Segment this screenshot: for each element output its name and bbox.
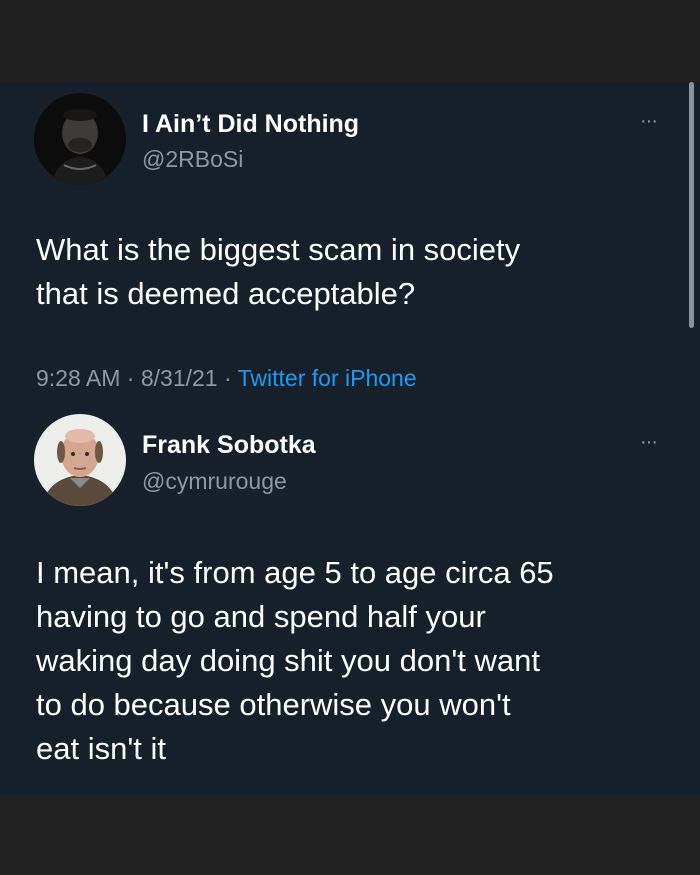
reply-text-line: having to go and spend half your [36,599,486,634]
tweet-text-line: What is the biggest scam in society [36,232,521,267]
tweet-time[interactable]: 9:28 AM [36,365,120,391]
tweet-author-name[interactable]: I Ain’t Did Nothing [142,110,359,139]
tweet-source-link[interactable]: Twitter for iPhone [238,365,417,391]
reply-text-line: eat isn't it [36,731,166,766]
tweet-text: What is the biggest scam in society that… [36,228,676,316]
tweet-date[interactable]: 8/31/21 [141,365,218,391]
tweet-author-handle[interactable]: @2RBoSi [142,146,243,173]
meta-separator: · [126,365,135,391]
more-horizontal-icon[interactable]: ··· [640,110,658,133]
meta-separator: · [223,365,232,391]
tweet-meta: 9:28 AM · 8/31/21 · Twitter for iPhone [36,365,417,392]
tweet-text-line: that is deemed acceptable? [36,276,416,311]
reply-author-avatar[interactable] [34,414,126,506]
tweet-card: I Ain’t Did Nothing @2RBoSi ··· What is … [0,82,700,795]
reply-author-handle[interactable]: @cymrurouge [142,468,287,495]
reply-author-name[interactable]: Frank Sobotka [142,431,316,460]
reply-text-line: to do because otherwise you won't [36,687,511,722]
tweet-author-avatar[interactable] [34,93,126,185]
reply-text: I mean, it's from age 5 to age circa 65 … [36,551,676,771]
scrollbar[interactable] [689,82,694,328]
reply-text-line: waking day doing shit you don't want [36,643,540,678]
more-horizontal-icon[interactable]: ··· [640,431,658,454]
reply-text-line: I mean, it's from age 5 to age circa 65 [36,555,554,590]
bottom-letterbox [0,795,700,875]
top-letterbox [0,0,700,82]
